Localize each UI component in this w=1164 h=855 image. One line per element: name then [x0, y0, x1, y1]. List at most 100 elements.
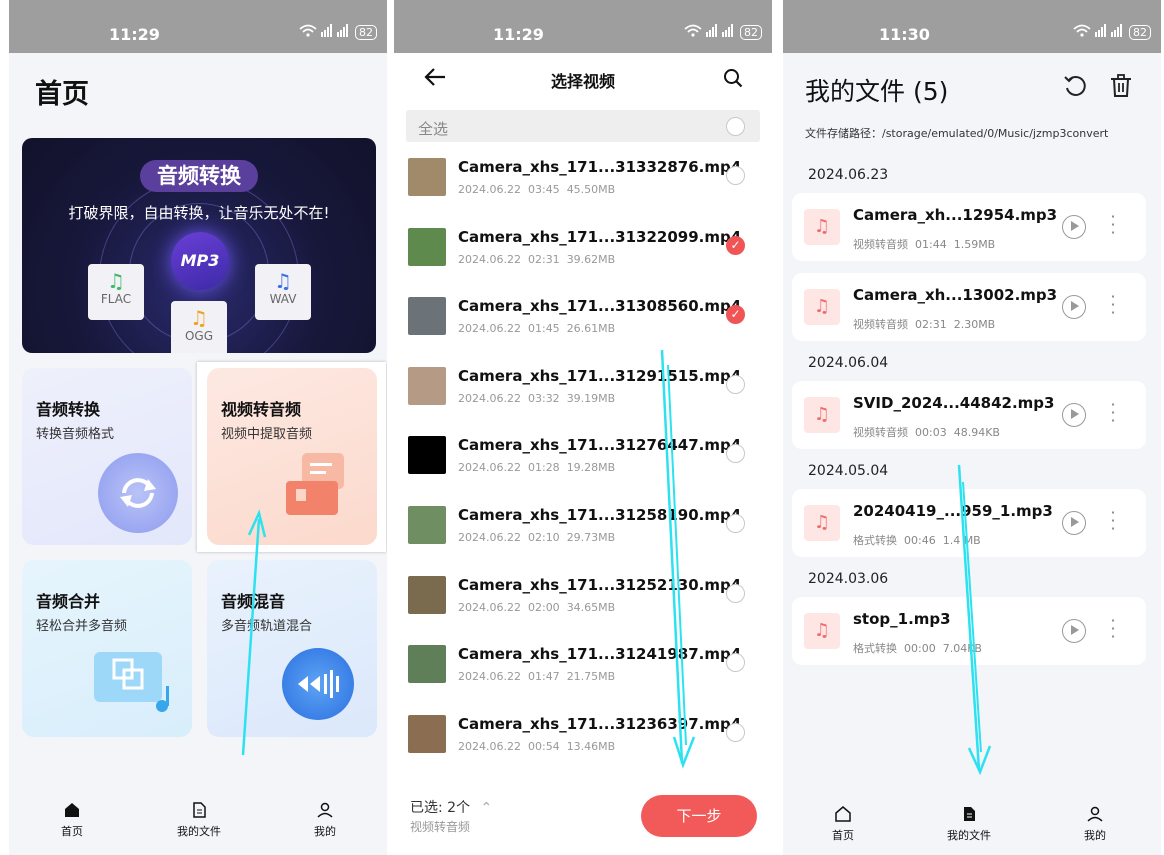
select-all-row[interactable]: [406, 110, 760, 142]
date-group-label: 2024.06.23: [808, 167, 889, 183]
swipe-arrow: [957, 464, 992, 776]
video-row[interactable]: Camera_xhs_171...31322099.mp4 2024.06.22 …: [394, 227, 772, 298]
video-thumbnail: [408, 227, 446, 266]
video-duration: 01:45: [527, 322, 560, 336]
video-row[interactable]: Camera_xhs_171...31276447.mp4 2024.06.22 …: [394, 436, 772, 506]
wifi-icon: [299, 24, 317, 40]
select-all-checkbox[interactable]: [726, 117, 745, 136]
video-row[interactable]: Camera_xhs_171...31308560.mp4 2024.06.22 …: [394, 297, 772, 367]
mix-icon: [282, 648, 354, 720]
video-select-checkbox[interactable]: ✓: [726, 235, 745, 255]
tab-label: 首页: [61, 825, 83, 838]
video-meta: 2024.06.22 01:45 26.61MB: [458, 322, 615, 335]
play-icon[interactable]: [1062, 403, 1086, 427]
file-card[interactable]: ♫ Camera_xh...12954.mp3 视频转音频 01:44 1.59MB…: [792, 193, 1146, 261]
video-date: 2024.06.22: [458, 600, 521, 614]
tab-profile[interactable]: 我的: [285, 801, 365, 839]
file-card[interactable]: ♫ Camera_xh...13002.mp3 视频转音频 02:31 2.30MB…: [792, 273, 1146, 341]
video-select-checkbox[interactable]: [726, 653, 745, 673]
file-name: stop_1.mp3: [853, 610, 951, 628]
music-note-icon: ♫: [190, 306, 208, 330]
page-title: 首页: [35, 79, 89, 110]
video-select-checkbox[interactable]: [726, 583, 745, 603]
home-icon: [835, 806, 851, 822]
music-note-icon: ♫: [804, 289, 840, 325]
video-date: 2024.06.22: [458, 183, 521, 196]
video-row[interactable]: Camera_xhs_171...31258190.mp4 2024.06.22 …: [394, 506, 772, 576]
video-date: 2024.06.22: [458, 739, 521, 753]
video-meta: 2024.06.22 01:47 21.75MB: [458, 670, 615, 683]
video-extract-icon: [282, 453, 352, 518]
video-row[interactable]: Camera_xhs_171...31291515.mp4 2024.06.22 …: [394, 366, 772, 437]
status-icons: 82: [684, 24, 762, 40]
file-card[interactable]: ♫ SVID_2024...44842.mp3 视频转音频 00:03 48.94K…: [792, 381, 1146, 449]
tab-my-files[interactable]: 我的文件: [159, 801, 239, 839]
selected-count[interactable]: 已选: 2个 ⌃: [410, 797, 492, 817]
video-row[interactable]: Camera_xhs_171...31236397.mp4 2024.06.22 …: [394, 714, 772, 785]
tab-my-files[interactable]: 我的文件: [929, 805, 1009, 843]
video-size: 39.62MB: [566, 252, 616, 266]
video-date: 2024.06.22: [458, 531, 521, 544]
trash-icon[interactable]: [1110, 74, 1132, 98]
tab-profile[interactable]: 我的: [1055, 805, 1135, 843]
video-select-checkbox[interactable]: [726, 166, 745, 185]
video-select-checkbox[interactable]: [726, 444, 745, 464]
status-bar: 11:29 82: [9, 0, 387, 53]
video-select-checkbox[interactable]: [726, 722, 745, 742]
tab-label: 我的: [314, 825, 336, 838]
more-options-icon[interactable]: · · ·: [1110, 397, 1116, 429]
video-meta: 2024.06.22 02:00 34.65MB: [458, 601, 615, 614]
play-icon[interactable]: [1062, 215, 1086, 239]
more-options-icon[interactable]: · · ·: [1110, 613, 1116, 645]
screen-select-video: 11:29 82 选择视频 全选 Camera_xhs_171...313328…: [394, 0, 772, 855]
play-icon[interactable]: [1062, 295, 1086, 319]
video-row[interactable]: Camera_xhs_171...31252130.mp4 2024.06.22 …: [394, 575, 772, 646]
video-size: 45.50MB: [566, 183, 616, 196]
file-meta: 视频转音频 01:44 1.59MB: [853, 236, 995, 252]
tab-home[interactable]: 首页: [32, 801, 112, 839]
tab-label: 我的: [1084, 829, 1106, 842]
video-thumbnail: [408, 645, 446, 684]
file-size: 1.59MB: [953, 238, 996, 251]
video-duration: 01:28: [527, 461, 560, 475]
video-select-checkbox[interactable]: [726, 514, 745, 533]
refresh-icon[interactable]: [1063, 74, 1087, 98]
video-thumbnail: [408, 158, 446, 196]
more-options-icon[interactable]: · · ·: [1110, 505, 1116, 537]
video-date: 2024.06.22: [458, 670, 521, 684]
play-icon[interactable]: [1062, 619, 1086, 643]
music-note-icon: ♫: [107, 269, 125, 293]
video-date: 2024.06.22: [458, 322, 521, 336]
bottom-tab-bar: 首页 我的文件 我的: [9, 793, 387, 855]
promo-banner[interactable]: 音频转换 打破界限，自由转换，让音乐无处不在! MP3 ♫ FLAC ♫ OGG…: [22, 138, 376, 353]
file-duration: 00:03: [915, 426, 947, 439]
more-options-icon[interactable]: · · ·: [1110, 289, 1116, 321]
tile-title: 视频转音频: [221, 400, 302, 419]
video-duration: 03:32: [527, 391, 560, 405]
video-row[interactable]: Camera_xhs_171...31241987.mp4 2024.06.22 …: [394, 645, 772, 715]
video-name: Camera_xhs_171...31308560.mp4: [458, 297, 742, 316]
tile-audio-convert[interactable]: 音频转换 转换音频格式: [22, 368, 192, 545]
status-icons: 82: [1073, 24, 1151, 40]
video-select-checkbox[interactable]: [726, 374, 745, 394]
play-icon[interactable]: [1062, 511, 1086, 535]
selected-count-label: 已选: 2个: [410, 800, 471, 816]
video-duration: 02:00: [527, 600, 560, 614]
file-duration: 00:46: [904, 534, 936, 547]
music-note-icon: ♫: [804, 397, 840, 433]
format-label: WAV: [269, 292, 297, 306]
more-options-icon[interactable]: · · ·: [1110, 209, 1116, 241]
next-button[interactable]: 下一步: [641, 795, 757, 837]
video-select-checkbox[interactable]: ✓: [726, 305, 745, 325]
search-icon[interactable]: [723, 68, 743, 88]
tab-home[interactable]: 首页: [803, 805, 883, 843]
tile-title: 音频转换: [36, 400, 101, 419]
home-icon: [65, 803, 79, 817]
tile-audio-merge[interactable]: 音频合并 轻松合并多音频: [22, 560, 192, 737]
mp3-badge: MP3: [171, 232, 229, 290]
date-group-label: 2024.05.04: [808, 463, 889, 479]
file-meta: 视频转音频 02:31 2.30MB: [853, 316, 995, 332]
status-bar: 11:30 82: [783, 0, 1161, 53]
music-note-icon: ♫: [274, 269, 292, 293]
video-row[interactable]: Camera_xhs_171...31332876.mp4 2024.06.22 …: [394, 158, 772, 228]
